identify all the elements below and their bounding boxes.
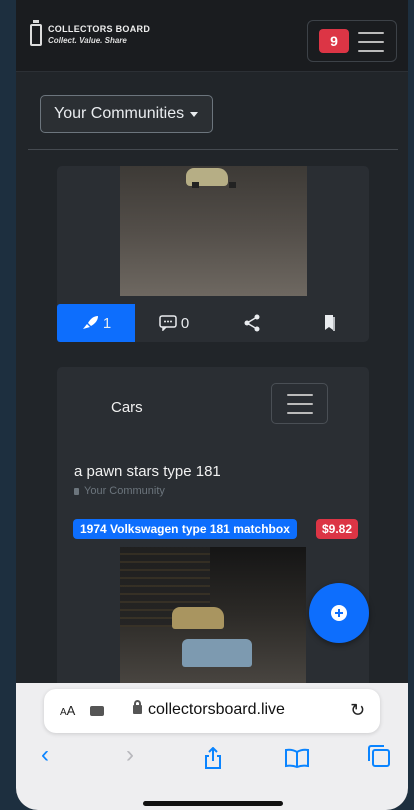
share-icon — [244, 314, 260, 332]
post-card: 1 0 — [57, 166, 369, 342]
notification-badge: 9 — [319, 29, 349, 53]
extension-icon[interactable] — [90, 706, 104, 716]
jar-icon — [74, 487, 79, 495]
home-indicator — [143, 801, 283, 806]
toy-car-image — [186, 168, 236, 188]
browser-bar: AA collectorsboard.live ↻ ‹ › — [16, 683, 408, 810]
navbar: COLLECTORS BOARD Collect. Value. Share 9 — [16, 0, 408, 72]
share-icon[interactable] — [203, 747, 223, 769]
comment-icon — [159, 315, 177, 331]
post-actions: 1 0 — [57, 304, 369, 342]
price-badge: $9.82 — [316, 519, 359, 539]
plus-icon — [331, 605, 347, 621]
tabs-icon[interactable] — [368, 745, 390, 767]
bookmarks-icon[interactable] — [284, 747, 310, 769]
post-community[interactable]: Your Community — [74, 485, 165, 497]
post-title[interactable]: a pawn stars type 181 — [74, 463, 221, 480]
community-name[interactable]: Cars — [111, 399, 143, 416]
like-count: 1 — [102, 314, 112, 332]
community-label: Your Community — [84, 485, 165, 497]
item-tag[interactable]: 1974 Volkswagen type 181 matchbox — [73, 519, 297, 539]
bookmark-icon — [325, 315, 335, 331]
back-button[interactable]: ‹ — [30, 741, 60, 769]
dropdown-label: Your Communities — [54, 105, 185, 122]
comment-button[interactable]: 0 — [135, 304, 213, 342]
screen: COLLECTORS BOARD Collect. Value. Share 9… — [16, 0, 408, 810]
rocket-icon — [82, 316, 98, 329]
url-text[interactable]: collectorsboard.live — [148, 701, 285, 719]
brand-subtitle: Collect. Value. Share — [48, 36, 127, 45]
jar-icon — [30, 20, 42, 46]
lock-icon — [133, 700, 142, 714]
post-card: Cars a pawn stars type 181 Your Communit… — [57, 367, 369, 697]
navbar-toggle-button[interactable]: 9 — [307, 20, 397, 62]
brand-logo[interactable]: COLLECTORS BOARD Collect. Value. Share — [30, 20, 151, 46]
comment-count: 0 — [180, 314, 190, 332]
add-post-button[interactable] — [309, 583, 369, 643]
forward-button[interactable]: › — [115, 741, 145, 769]
device-frame: COLLECTORS BOARD Collect. Value. Share 9… — [0, 0, 414, 810]
bookmark-button[interactable] — [291, 304, 369, 342]
post-menu-button[interactable] — [271, 383, 328, 424]
toy-car-image — [172, 607, 224, 629]
reload-icon[interactable]: ↻ — [350, 700, 365, 721]
hamburger-icon — [287, 394, 313, 414]
post-image[interactable] — [120, 166, 307, 296]
hamburger-icon — [358, 32, 384, 52]
caret-down-icon — [190, 111, 199, 117]
post-image[interactable] — [120, 547, 306, 697]
reader-aa-button[interactable]: AA — [60, 703, 75, 718]
address-bar[interactable]: AA collectorsboard.live ↻ — [44, 689, 380, 733]
divider — [28, 149, 398, 150]
toy-truck-image — [182, 639, 252, 667]
your-communities-dropdown[interactable]: Your Communities — [40, 95, 213, 133]
browser-toolbar: ‹ › — [16, 741, 408, 781]
brand-title: COLLECTORS BOARD — [48, 24, 151, 34]
share-button[interactable] — [213, 304, 291, 342]
like-button[interactable]: 1 — [57, 304, 135, 342]
